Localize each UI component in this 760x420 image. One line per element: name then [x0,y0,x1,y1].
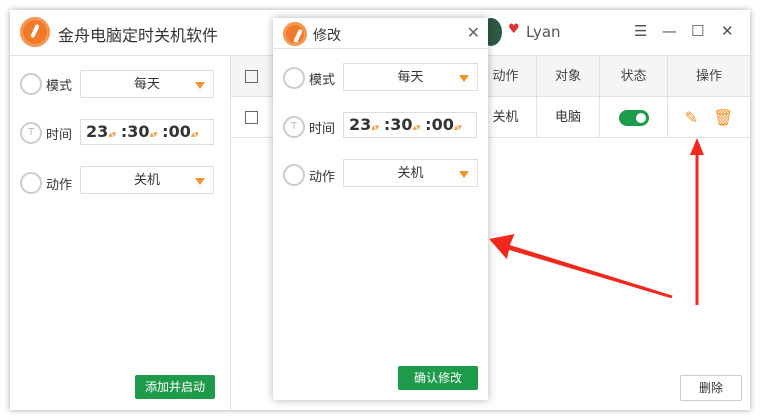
arrow-to-dialog [489,233,673,299]
annotation-arrows [489,138,704,305]
